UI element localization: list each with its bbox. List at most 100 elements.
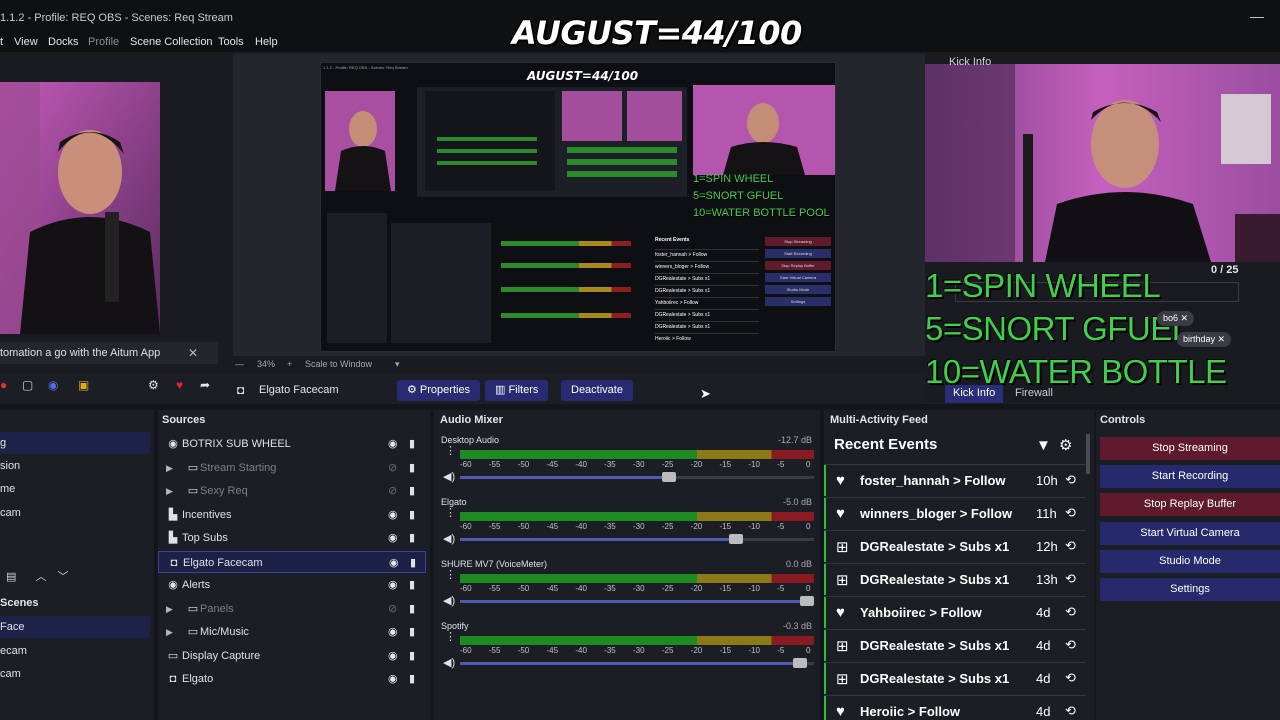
volume-slider-handle[interactable] [729,534,744,544]
feed-event-row[interactable]: ⊞ DGRealestate > Subs x1 4d ⟲ [824,662,1086,694]
minimize-button[interactable]: — [1250,8,1264,24]
source-row[interactable]: ▶ ▭ Mic/Music ◉ ▮ [158,621,426,643]
volume-slider[interactable] [460,658,814,668]
volume-slider-handle[interactable] [792,658,807,668]
chevron-down-icon[interactable]: ▾ [395,359,400,370]
menu-profile[interactable]: Profile [88,36,119,48]
replay-icon[interactable]: ⟲ [1065,670,1076,686]
studio-mode-button[interactable]: Studio Mode [1100,549,1280,573]
properties-button[interactable]: ⚙ Properties [397,380,481,401]
lock-icon[interactable]: ▮ [409,598,415,620]
source-row[interactable]: ▶ ▭ Stream Starting ⊘ ▮ [158,457,426,479]
feed-event-row[interactable]: ⊞ DGRealestate > Subs x1 4d ⟲ [824,629,1086,661]
source-row[interactable]: ◘ Elgato ◉ ▮ [158,668,426,690]
replay-icon[interactable]: ⟲ [1065,604,1076,620]
replay-icon[interactable]: ⟲ [1065,637,1076,653]
lock-icon[interactable]: ▮ [409,527,415,549]
expand-arrow-icon[interactable]: ▶ [166,480,173,502]
speaker-icon[interactable]: ◀) [443,532,455,545]
tab-firewall[interactable]: Firewall [1007,385,1061,403]
volume-slider[interactable] [460,472,814,482]
move-up-icon[interactable]: ︿ [35,571,46,583]
more-options-icon[interactable]: ⋮ [445,570,456,581]
gear-icon[interactable]: ⚙ [148,378,159,392]
tag-chip[interactable]: bo6 ✕ [1157,311,1195,326]
share-icon[interactable]: ➦ [200,378,210,392]
feed-event-row[interactable]: ♥ foster_hannah > Follow 10h ⟲ [824,464,1086,496]
scene-row[interactable]: ecam [0,640,150,662]
filter-icon[interactable]: ▤ [6,571,16,583]
deactivate-button[interactable]: Deactivate [561,380,633,401]
feed-event-row[interactable]: ⊞ DGRealestate > Subs x1 13h ⟲ [824,563,1086,595]
replay-icon[interactable]: ⟲ [1065,538,1076,554]
source-row[interactable]: ◘ Elgato Facecam ◉ ▮ [158,550,426,574]
heart-icon[interactable]: ♥ [176,378,183,392]
lock-icon[interactable]: ▮ [409,457,415,479]
speaker-icon[interactable]: ◀) [443,656,455,669]
lock-icon[interactable]: ▮ [409,480,415,502]
eye-off-icon[interactable]: ⊘ [388,598,397,620]
replay-icon[interactable]: ⟲ [1065,571,1076,587]
scene-row[interactable]: g [0,432,150,454]
replay-icon[interactable]: ⟲ [1065,703,1076,719]
gear-icon[interactable]: ⚙ [1059,437,1072,454]
stop-replay-buffer-button[interactable]: Stop Replay Buffer [1100,493,1280,517]
scene-row[interactable]: sion [0,455,150,477]
folder-icon[interactable]: ▣ [78,378,89,392]
scale-mode-select[interactable]: Scale to Window [305,359,372,369]
volume-slider-handle[interactable] [661,472,676,482]
scene-row[interactable]: Face [0,616,150,638]
menu-docks[interactable]: Docks [48,36,79,48]
expand-arrow-icon[interactable]: ▶ [166,621,173,643]
volume-slider[interactable] [460,534,814,544]
source-row[interactable]: ▙ Top Subs ◉ ▮ [158,527,426,549]
menu-file-partial[interactable]: t [0,36,3,48]
scene-row[interactable]: me [0,478,150,500]
close-icon[interactable]: ✕ [188,346,198,360]
more-options-icon[interactable]: ⋮ [445,508,456,519]
source-row[interactable]: ◉ BOTRIX SUB WHEEL ◉ ▮ [158,433,426,455]
expand-arrow-icon[interactable]: ▶ [166,598,173,620]
scene-row[interactable]: cam [0,502,150,524]
more-options-icon[interactable]: ⋮ [445,632,456,643]
settings-button[interactable]: Settings [1100,578,1280,601]
eye-icon[interactable]: ◉ [388,527,398,549]
replay-icon[interactable]: ⟲ [1065,472,1076,488]
eye-icon[interactable]: ◉ [389,552,399,574]
source-row[interactable]: ▶ ▭ Panels ⊘ ▮ [158,598,426,620]
tab-kick-info[interactable]: Kick Info [945,385,1004,403]
expand-arrow-icon[interactable]: ▶ [166,457,173,479]
lock-icon[interactable]: ▮ [409,645,415,667]
eye-icon[interactable]: ◉ [388,668,398,690]
record-icon[interactable]: ● [0,378,7,392]
source-row[interactable]: ▶ ▭ Sexy Req ⊘ ▮ [158,480,426,502]
source-row[interactable]: ▙ Incentives ◉ ▮ [158,504,426,526]
feed-event-row[interactable]: ♥ Heroiic > Follow 4d ⟲ [824,695,1086,720]
filter-icon[interactable]: ▼ [1036,437,1051,454]
stop-icon[interactable]: ▢ [22,378,33,392]
move-down-icon[interactable]: ﹀ [58,571,69,583]
start-virtual-camera-button[interactable]: Start Virtual Camera [1100,521,1280,545]
zoom-out-button[interactable]: — [235,359,244,369]
eye-off-icon[interactable]: ⊘ [388,457,397,479]
filters-button[interactable]: ▥ Filters [485,380,549,401]
start-recording-button[interactable]: Start Recording [1100,465,1280,489]
tag-chip[interactable]: birthday ✕ [1177,332,1232,347]
scene-row[interactable]: cam [0,663,150,685]
source-row[interactable]: ◉ Alerts ◉ ▮ [158,574,426,596]
eye-icon[interactable]: ◉ [388,645,398,667]
lock-icon[interactable]: ▮ [409,574,415,596]
speaker-icon[interactable]: ◀) [443,594,455,607]
lock-icon[interactable]: ▮ [409,433,415,455]
lock-icon[interactable]: ▮ [410,552,416,574]
eye-icon[interactable]: ◉ [388,433,398,455]
menu-help[interactable]: Help [255,36,278,48]
camera-icon[interactable]: ◉ [48,378,58,392]
menu-tools[interactable]: Tools [218,36,244,48]
lock-icon[interactable]: ▮ [409,621,415,643]
stop-streaming-button[interactable]: Stop Streaming [1100,437,1280,460]
source-row[interactable]: ▭ Display Capture ◉ ▮ [158,645,426,667]
feed-scrollbar[interactable] [1086,434,1090,474]
eye-icon[interactable]: ◉ [388,574,398,596]
zoom-in-button[interactable]: + [287,359,292,369]
